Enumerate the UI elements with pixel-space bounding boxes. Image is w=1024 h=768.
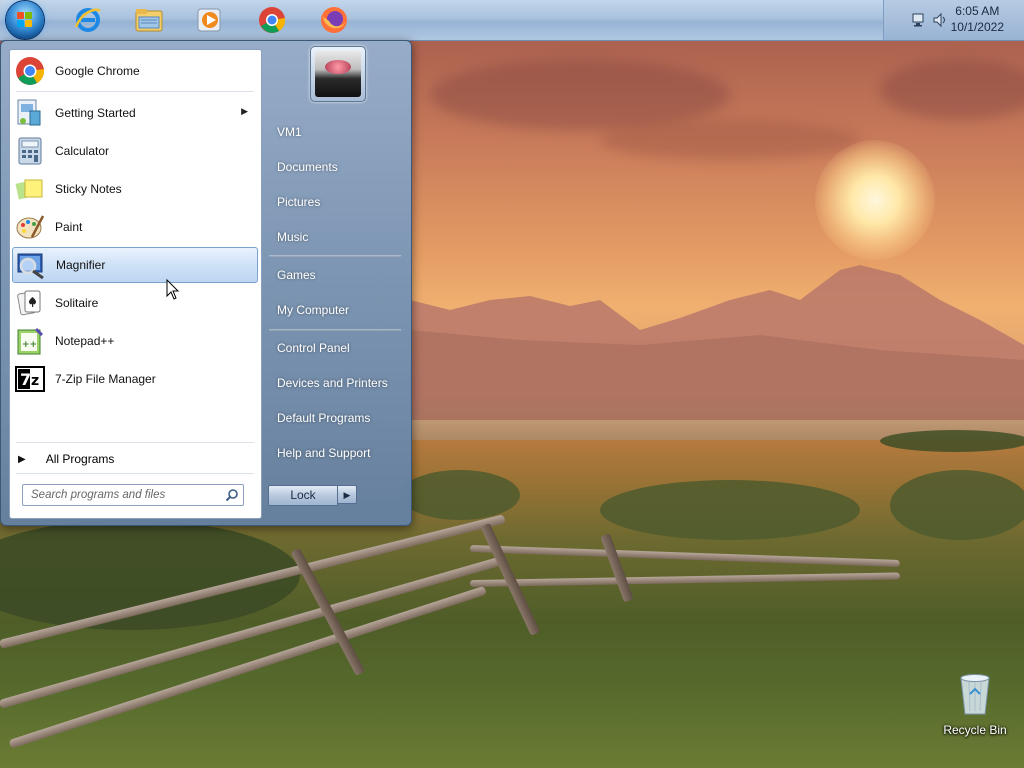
system-tray: 6:05 AM 10/1/2022 (883, 0, 1024, 40)
clock[interactable]: 6:05 AM 10/1/2022 (951, 3, 1004, 35)
place-help-and-support[interactable]: Help and Support (269, 440, 403, 466)
program-item-google-chrome[interactable]: Google Chrome (12, 53, 258, 89)
place-my-computer[interactable]: My Computer (269, 297, 403, 323)
all-programs-button[interactable]: ▶ All Programs (18, 448, 254, 470)
program-label: Calculator (55, 144, 110, 158)
program-label: Getting Started (55, 106, 136, 120)
firefox-icon (321, 7, 347, 33)
calculator-icon (18, 137, 42, 165)
program-item-getting-started[interactable]: Getting Started ▶ (12, 95, 258, 131)
program-label: 7-Zip File Manager (55, 372, 156, 386)
seven-zip-icon: 7 z (15, 366, 45, 392)
svg-text:z: z (31, 373, 39, 389)
place-label: Devices and Printers (277, 376, 388, 390)
programs-pane: Google Chrome Getting Started ▶ Calculat… (9, 49, 262, 519)
desktop-icon-label: Recycle Bin (943, 723, 1007, 737)
start-menu: Google Chrome Getting Started ▶ Calculat… (0, 40, 412, 526)
svg-text:7: 7 (20, 370, 31, 389)
media-player-icon (197, 8, 221, 32)
taskbar-firefox[interactable] (316, 2, 352, 38)
taskbar-internet-explorer[interactable] (70, 2, 106, 38)
place-vm1[interactable]: VM1 (269, 119, 403, 145)
paint-icon (16, 215, 45, 239)
getting-started-icon (17, 99, 41, 126)
search-input[interactable] (29, 486, 219, 504)
mouse-cursor-icon (166, 279, 180, 300)
place-devices-and-printers[interactable]: Devices and Printers (269, 370, 403, 396)
place-label: Help and Support (277, 446, 371, 460)
volume-icon[interactable] (932, 12, 948, 28)
file-explorer-icon (135, 9, 163, 32)
search-icon[interactable] (225, 488, 239, 502)
recycle-bin-icon (960, 674, 990, 715)
program-item-7-zip[interactable]: 7 z 7-Zip File Manager (12, 361, 258, 397)
place-label: Control Panel (277, 341, 350, 355)
place-documents[interactable]: Documents (269, 154, 403, 180)
place-games[interactable]: Games (269, 262, 403, 288)
program-item-magnifier[interactable]: Magnifier (12, 247, 258, 283)
submenu-arrow-icon: ▶ (241, 106, 248, 116)
program-item-sticky-notes[interactable]: Sticky Notes (12, 171, 258, 207)
taskbar-chrome[interactable] (254, 2, 290, 38)
program-label: Magnifier (56, 258, 106, 272)
program-item-paint[interactable]: Paint (12, 209, 258, 245)
place-pictures[interactable]: Pictures (269, 189, 403, 215)
program-label: Sticky Notes (55, 182, 122, 196)
program-label: Notepad++ (55, 334, 115, 348)
expand-arrow-icon: ▶ (18, 453, 26, 465)
internet-explorer-icon (74, 8, 101, 32)
taskbar-file-explorer[interactable] (131, 2, 167, 38)
clock-time: 6:05 AM (955, 4, 1000, 18)
shutdown-options-arrow-icon[interactable]: ▶ (337, 485, 357, 504)
start-button[interactable] (6, 1, 44, 39)
user-avatar-icon (315, 51, 361, 97)
place-label: Default Programs (277, 411, 371, 425)
place-label: Games (277, 268, 316, 282)
windows-logo-icon (17, 12, 33, 28)
place-default-programs[interactable]: Default Programs (269, 405, 403, 431)
desktop-icon-recycle-bin[interactable]: Recycle Bin (940, 672, 1010, 742)
place-label: My Computer (277, 303, 350, 317)
taskbar: 6:05 AM 10/1/2022 (0, 0, 1024, 41)
place-label: Music (277, 230, 309, 244)
clock-date: 10/1/2022 (950, 20, 1004, 34)
notepad-plus-plus-icon: ++ (17, 327, 44, 355)
chrome-icon (16, 57, 45, 85)
program-label: Solitaire (55, 296, 99, 310)
network-icon[interactable] (911, 12, 927, 28)
program-item-notepad-plus-plus[interactable]: ++ Notepad++ (12, 323, 258, 359)
all-programs-label: All Programs (45, 452, 115, 466)
places-pane: VM1 Documents Pictures Music Games My Co… (261, 41, 411, 525)
program-label: Paint (55, 220, 83, 234)
program-label: Google Chrome (55, 64, 140, 78)
place-control-panel[interactable]: Control Panel (269, 335, 403, 361)
place-label: Documents (277, 160, 338, 174)
solitaire-icon (17, 290, 41, 316)
taskbar-media-player[interactable] (192, 2, 228, 38)
user-picture[interactable] (310, 46, 366, 102)
program-item-solitaire[interactable]: Solitaire (12, 285, 258, 321)
magnifier-icon (17, 253, 44, 280)
svg-text:++: ++ (22, 340, 37, 350)
lock-button[interactable]: Lock (268, 485, 338, 506)
search-box (22, 484, 244, 506)
place-label: VM1 (277, 125, 302, 139)
sticky-notes-icon (15, 179, 43, 200)
program-item-calculator[interactable]: Calculator (12, 133, 258, 169)
chrome-icon (259, 7, 286, 33)
place-label: Pictures (277, 195, 321, 209)
place-music[interactable]: Music (269, 224, 403, 250)
